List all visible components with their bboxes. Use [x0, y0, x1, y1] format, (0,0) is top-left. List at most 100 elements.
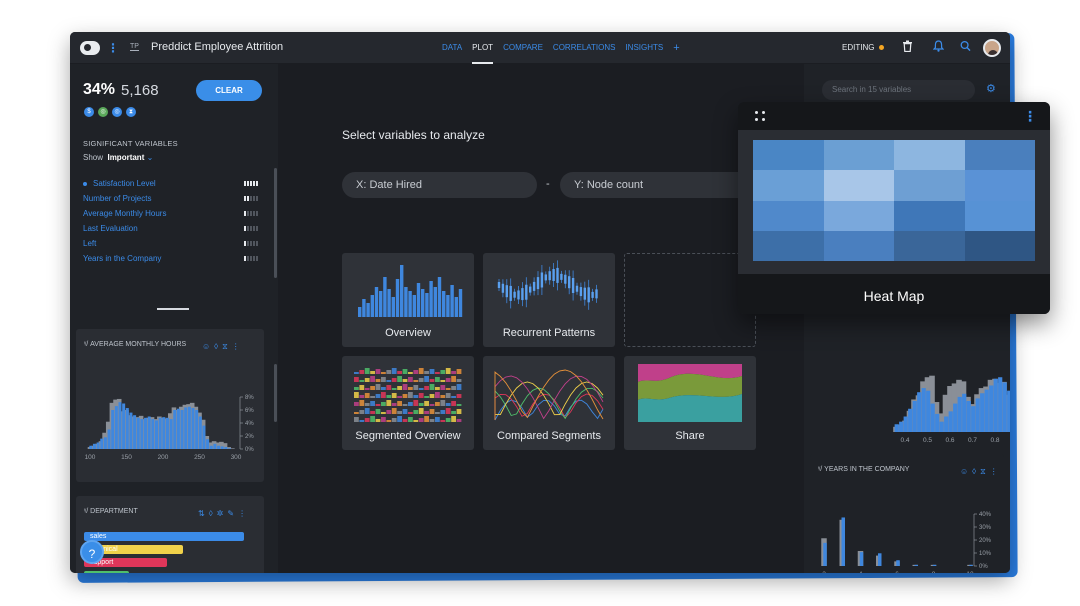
chevron-down-icon[interactable]: ⌄: [147, 153, 154, 162]
thumbnail-segment: [370, 416, 375, 422]
bar-blue: [935, 413, 940, 432]
selection-percent: 34%: [83, 81, 116, 98]
hourglass-filter-icon[interactable]: ⧗: [126, 107, 136, 117]
thumbnail-segment: [435, 377, 440, 382]
variable-search-input[interactable]: Search in 15 variables: [822, 80, 975, 100]
scrollbar[interactable]: [274, 168, 277, 278]
tab-insights[interactable]: INSIGHTS: [625, 32, 663, 64]
show-filter[interactable]: Show Important ⌄: [83, 153, 153, 162]
clear-button[interactable]: CLEAR: [196, 80, 262, 101]
department-bar[interactable]: [84, 571, 129, 573]
thumbnail-segment: [429, 404, 435, 406]
y-variable-select[interactable]: Y: Node count: [560, 172, 760, 198]
bar-blue: [169, 419, 173, 449]
list-item[interactable]: Number of Projects: [83, 191, 258, 206]
eye-icon[interactable]: ☺: [202, 342, 210, 352]
left-panel: 34% 5,168 CLEAR $ ◎ ◎ ⧗ SIGNIFICANT VARI…: [70, 64, 278, 573]
show-value[interactable]: Important: [107, 153, 144, 162]
thumbnail-segment: [440, 420, 446, 422]
trash-icon[interactable]: [902, 40, 913, 56]
list-item[interactable]: Average Monthly Hours: [83, 206, 258, 221]
bell-icon[interactable]: [932, 40, 945, 56]
drop-icon[interactable]: ◊: [214, 342, 218, 352]
dollar-filter-icon[interactable]: $: [84, 107, 94, 117]
bar-blue: [100, 438, 104, 449]
thumbnail-segment: [456, 394, 462, 398]
thumbnail-segment: [424, 371, 429, 374]
bar-blue: [162, 417, 166, 449]
list-item[interactable]: Left: [83, 236, 258, 251]
tile-compared-segments[interactable]: Compared Segments: [483, 356, 615, 450]
average-monthly-hours-card: ᵞ/ AVERAGE MONTHLY HOURS ☺ ◊ ⧖ ⋮ 8% 6% 4% 2…: [76, 329, 264, 482]
thumbnail-segment: [397, 401, 402, 406]
tile-share[interactable]: Share: [624, 356, 756, 450]
x-variable-select[interactable]: X: Date Hired: [342, 172, 537, 198]
thumbnail-segment: [440, 395, 446, 398]
tab-plot[interactable]: PLOT: [472, 32, 493, 64]
tile-segmented-overview[interactable]: Segmented Overview: [342, 356, 474, 450]
thumbnail-bar: [433, 287, 437, 317]
list-item[interactable]: Years in the Company: [83, 251, 258, 266]
editing-status: EDITING: [842, 43, 875, 52]
list-item[interactable]: Satisfaction Level: [83, 176, 258, 191]
bar-blue: [220, 446, 224, 449]
thumbnail-segment: [381, 417, 386, 422]
tab-correlations[interactable]: CORRELATIONS: [553, 32, 616, 64]
heat-map-cell: [823, 200, 894, 231]
bar-blue: [140, 419, 144, 449]
search-icon[interactable]: [960, 40, 971, 56]
bar-blue: [903, 416, 908, 432]
bar-blue: [129, 412, 133, 449]
tile-overview[interactable]: Overview: [342, 253, 474, 347]
tab-data[interactable]: DATA: [442, 32, 462, 64]
avatar[interactable]: [983, 39, 1001, 57]
list-item[interactable]: Last Evaluation: [83, 221, 258, 236]
y-tick-label: 0%: [245, 447, 254, 453]
logo-icon[interactable]: [80, 41, 100, 55]
thumbnail-segment: [440, 410, 446, 414]
target-filter-icon[interactable]: ◎: [98, 107, 108, 117]
drop-icon[interactable]: ◊: [209, 509, 213, 518]
help-button[interactable]: ?: [80, 540, 104, 564]
thumbnail-bar: [379, 291, 383, 317]
heat-map-popup[interactable]: ⋮ Heat Map: [738, 102, 1050, 314]
thumbnail-box: [571, 278, 575, 294]
bar-blue: [191, 408, 195, 449]
x-tick-label: 150: [121, 454, 132, 461]
heat-map-cell: [894, 170, 965, 201]
kebab-icon[interactable]: ⋮: [1023, 109, 1037, 123]
thumbnail-segment: [429, 419, 435, 422]
bar-blue: [118, 402, 122, 449]
thumbnail-box: [544, 274, 547, 281]
thumbnail-bar: [429, 281, 433, 317]
kebab-icon[interactable]: ⋮: [238, 509, 246, 518]
thumbnail-segment: [408, 392, 413, 398]
kebab-icon[interactable]: ⋮: [107, 42, 119, 54]
thumbnail-segment: [451, 411, 456, 414]
kebab-icon[interactable]: ⋮: [232, 342, 240, 352]
sort-icon[interactable]: ⇅: [198, 509, 205, 518]
department-bar[interactable]: sales: [84, 532, 244, 541]
x-tick-label: 100: [85, 454, 96, 461]
sort-icon[interactable]: ⧖: [222, 342, 228, 352]
add-tab-button[interactable]: +: [673, 32, 679, 64]
tab-compare[interactable]: COMPARE: [503, 32, 543, 64]
thumbnail-segment: [424, 416, 429, 422]
target-filter-icon[interactable]: ◎: [112, 107, 122, 117]
bar-blue: [180, 410, 184, 449]
heat-map-cell: [753, 230, 824, 261]
thumbnail-segment: [440, 370, 446, 374]
bar-blue: [125, 408, 129, 449]
thumbnail-segment: [408, 402, 413, 406]
bar-blue: [114, 406, 118, 449]
scrollbar[interactable]: [274, 364, 277, 422]
gear-icon[interactable]: ⚙: [986, 82, 996, 95]
bar-blue: [92, 443, 96, 449]
list-resize-handle[interactable]: [157, 308, 189, 310]
pin-icon[interactable]: ✲: [217, 509, 224, 518]
tile-empty-slot[interactable]: [624, 253, 756, 347]
drag-handle-icon[interactable]: [755, 111, 767, 123]
edit-icon[interactable]: ✎: [227, 509, 234, 518]
thumbnail-box: [521, 288, 524, 301]
tile-recurrent-patterns[interactable]: Recurrent Patterns: [483, 253, 615, 347]
